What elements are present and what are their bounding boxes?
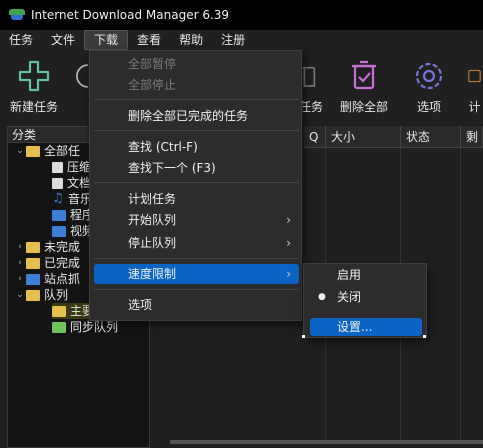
window-title: Internet Download Manager 6.39 [31, 8, 230, 22]
tree-music[interactable]: ♫ 音乐 [52, 191, 92, 207]
expand-icon[interactable]: › [14, 255, 26, 271]
resize-dot [423, 335, 426, 338]
menu-find-next[interactable]: 查找下一个 (F3) [94, 158, 299, 178]
menu-stop-queue[interactable]: 停止队列 › [94, 233, 299, 253]
delete-task-label: 任务 [298, 100, 323, 114]
bullet-icon: ● [318, 292, 326, 302]
chevron-right-icon: › [286, 213, 291, 227]
chevron-right-icon: › [286, 267, 291, 281]
new-task-label: 新建任务 [9, 100, 58, 114]
tree-video[interactable]: 视频 [52, 223, 94, 239]
menu-help[interactable]: 帮助 [170, 30, 212, 50]
document-icon [52, 177, 63, 189]
column-status[interactable]: 状态 [401, 126, 461, 148]
title-bar: Internet Download Manager 6.39 [0, 0, 483, 30]
scheduler-label: 计 [468, 100, 481, 114]
menu-start-queue-label: 开始队列 [128, 213, 177, 227]
sync-folder-icon [52, 321, 66, 333]
folder-check-icon [26, 257, 40, 269]
menu-speed-limit[interactable]: 速度限制 › [94, 264, 299, 284]
menu-separator [94, 99, 299, 100]
horizontal-scrollbar[interactable] [170, 440, 483, 444]
menu-start-queue[interactable]: 开始队列 › [94, 210, 299, 230]
menu-register[interactable]: 注册 [212, 30, 254, 50]
new-task-button[interactable]: 新建任务 [8, 58, 60, 115]
menu-separator [94, 182, 299, 183]
tree-sync-queue[interactable]: 同步队列 [52, 319, 118, 335]
options-label: 选项 [416, 100, 441, 114]
tree-label: 文档 [67, 176, 92, 190]
tree-label: 全部任 [44, 144, 81, 158]
tree-label: 已完成 [44, 256, 81, 270]
delete-all-button[interactable]: 删除全部 [336, 58, 392, 115]
speed-limit-disable-label: 关闭 [337, 290, 362, 304]
menu-stop-all[interactable]: 全部停止 [94, 75, 299, 95]
folder-icon [26, 241, 40, 253]
speed-limit-submenu: 启用 ● 关闭 设置... [303, 263, 427, 338]
menu-separator [94, 258, 299, 259]
speed-limit-enable[interactable]: 启用 [310, 266, 422, 284]
scheduler-button-partial[interactable]: 计 [466, 58, 483, 115]
archive-icon [52, 161, 63, 173]
menu-speed-limit-label: 速度限制 [128, 267, 177, 281]
idm-logo-icon [9, 9, 25, 21]
collapse-icon[interactable]: ⌄ [14, 287, 26, 303]
tree-queues[interactable]: ⌄ 队列 [14, 287, 68, 303]
menu-find[interactable]: 查找 (Ctrl-F) [94, 137, 299, 157]
menu-separator [94, 130, 299, 131]
speed-limit-disable[interactable]: ● 关闭 [310, 288, 422, 306]
tree-finished[interactable]: › 已完成 [14, 255, 80, 271]
expand-icon[interactable]: › [14, 271, 26, 287]
delete-all-label: 删除全部 [339, 100, 388, 114]
tree-label: 队列 [44, 288, 69, 302]
gear-icon [415, 62, 443, 90]
menu-downloads[interactable]: 下载 [84, 30, 129, 50]
menu-options[interactable]: 选项 [94, 295, 299, 315]
menu-scheduler[interactable]: 计划任务 [94, 189, 299, 209]
video-icon [52, 225, 66, 237]
column-divider [460, 148, 461, 440]
menu-separator [94, 289, 299, 290]
menu-pause-all[interactable]: 全部暂停 [94, 54, 299, 74]
speed-limit-settings[interactable]: 设置... [310, 318, 422, 336]
tree-label: 同步队列 [70, 320, 119, 334]
menu-tasks[interactable]: 任务 [0, 30, 42, 50]
folder-open-icon [26, 289, 40, 301]
tree-compressed[interactable]: 压缩 [52, 159, 91, 175]
column-size[interactable]: 大小 [326, 126, 401, 148]
tree-all-downloads[interactable]: ⌄ 全部任 [14, 143, 80, 159]
menu-stop-queue-label: 停止队列 [128, 236, 177, 250]
folder-open-icon [26, 145, 40, 157]
scheduler-icon [468, 69, 481, 83]
menu-file[interactable]: 文件 [42, 30, 84, 50]
tree-unfinished[interactable]: › 未完成 [14, 239, 80, 255]
chevron-right-icon: › [286, 236, 291, 250]
tree-label: 站点抓 [44, 272, 81, 286]
column-remaining[interactable]: 剩 [461, 126, 483, 148]
tree-programs[interactable]: 程序 [52, 207, 94, 223]
menu-delete-completed[interactable]: 删除全部已完成的任务 [94, 106, 299, 126]
queue-folder-icon [52, 305, 66, 317]
collapse-icon[interactable]: ⌄ [14, 143, 26, 159]
options-button[interactable]: 选项 [408, 58, 450, 115]
menu-view[interactable]: 查看 [128, 30, 170, 50]
program-icon [52, 209, 66, 221]
tree-label: 压缩 [67, 160, 92, 174]
tree-grabber[interactable]: › 站点抓 [14, 271, 80, 287]
plus-icon [18, 60, 50, 92]
column-q[interactable]: Q [304, 126, 326, 148]
download-menu: 全部暂停 全部停止 删除全部已完成的任务 查找 (Ctrl-F) 查找下一个 (… [89, 50, 302, 321]
tree-label: 未完成 [44, 240, 81, 254]
resize-dot [302, 335, 305, 338]
music-note-icon: ♫ [52, 191, 64, 206]
tree-documents[interactable]: 文档 [52, 175, 91, 191]
expand-icon[interactable]: › [14, 239, 26, 255]
menu-bar: 任务 文件 下载 查看 帮助 注册 [0, 30, 483, 50]
grabber-icon [26, 273, 40, 285]
delete-all-icon [352, 60, 376, 90]
